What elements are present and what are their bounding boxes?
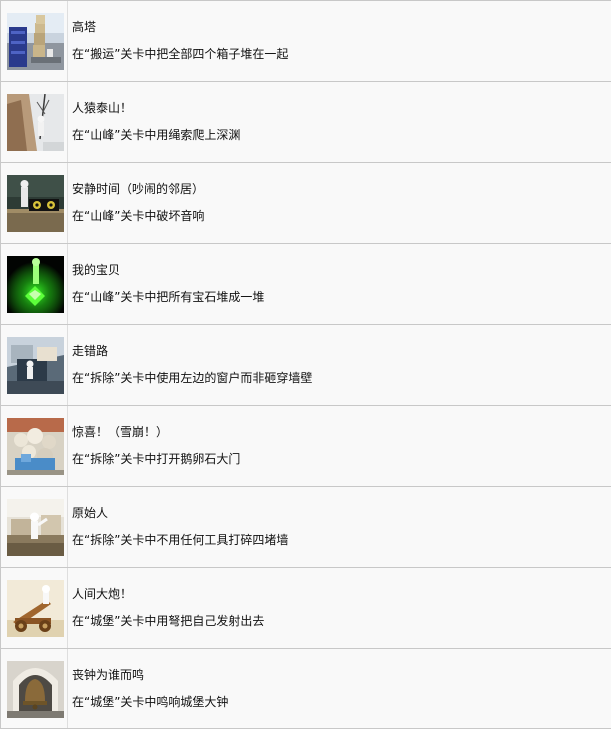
thumbnail-cell <box>1 649 68 728</box>
thumbnail-cell <box>1 406 68 486</box>
achievement-title: 走错路 <box>72 344 109 358</box>
achievement-description: 在“山峰”关卡中用绳索爬上深渊 <box>72 128 241 142</box>
achievement-title: 安静时间（吵闹的邻居） <box>72 182 205 196</box>
achievement-row: 惊喜！（雪崩！） 在“拆除”关卡中打开鹅卵石大门 <box>1 406 611 487</box>
achievement-list: 高塔 在“搬运”关卡中把全部四个箱子堆在一起 人猿泰山！ 在“山峰”关卡中用绳索… <box>0 0 611 729</box>
achievement-row: 安静时间（吵闹的邻居） 在“山峰”关卡中破坏音响 <box>1 163 611 244</box>
achievement-title: 人猿泰山！ <box>72 101 133 115</box>
catapult-thumbnail <box>7 580 64 637</box>
green-gem-thumbnail <box>7 256 64 313</box>
achievement-row: 人间大炮！ 在“城堡”关卡中用弩把自己发射出去 <box>1 568 611 649</box>
achievement-description: 在“拆除”关卡中使用左边的窗户而非砸穿墙壁 <box>72 371 313 385</box>
thumbnail-cell <box>1 568 68 648</box>
achievement-title: 丧钟为谁而鸣 <box>72 668 145 682</box>
achievement-title: 高塔 <box>72 20 97 34</box>
achievement-description: 在“城堡”关卡中鸣响城堡大钟 <box>72 695 229 709</box>
bell-thumbnail <box>7 661 64 718</box>
achievement-row: 原始人 在“拆除”关卡中不用任何工具打碎四堵墙 <box>1 487 611 568</box>
achievement-row: 丧钟为谁而鸣 在“城堡”关卡中鸣响城堡大钟 <box>1 649 611 729</box>
rope-climb-thumbnail <box>7 94 64 151</box>
thumbnail-cell <box>1 244 68 324</box>
achievement-description: 在“山峰”关卡中破坏音响 <box>72 209 205 223</box>
window-thumbnail <box>7 337 64 394</box>
achievement-row: 高塔 在“搬运”关卡中把全部四个箱子堆在一起 <box>1 1 611 82</box>
achievement-description: 在“拆除”关卡中不用任何工具打碎四堵墙 <box>72 533 289 547</box>
thumbnail-cell <box>1 163 68 243</box>
achievement-row: 人猿泰山！ 在“山峰”关卡中用绳索爬上深渊 <box>1 82 611 163</box>
achievement-row: 我的宝贝 在“山峰”关卡中把所有宝石堆成一堆 <box>1 244 611 325</box>
thumbnail-cell <box>1 1 68 81</box>
achievement-description: 在“山峰”关卡中把所有宝石堆成一堆 <box>72 290 265 304</box>
achievement-description: 在“城堡”关卡中用弩把自己发射出去 <box>72 614 265 628</box>
achievement-title: 人间大炮！ <box>72 587 133 601</box>
speaker-thumbnail <box>7 175 64 232</box>
avalanche-thumbnail <box>7 418 64 475</box>
achievement-title: 我的宝贝 <box>72 263 121 277</box>
caveman-thumbnail <box>7 499 64 556</box>
achievement-description: 在“搬运”关卡中把全部四个箱子堆在一起 <box>72 47 289 61</box>
achievement-row: 走错路 在“拆除”关卡中使用左边的窗户而非砸穿墙壁 <box>1 325 611 406</box>
achievement-description: 在“拆除”关卡中打开鹅卵石大门 <box>72 452 241 466</box>
thumbnail-cell <box>1 325 68 405</box>
achievement-title: 原始人 <box>72 506 109 520</box>
achievement-title: 惊喜！（雪崩！） <box>72 425 169 439</box>
tower-thumbnail <box>7 13 64 70</box>
thumbnail-cell <box>1 82 68 162</box>
thumbnail-cell <box>1 487 68 567</box>
